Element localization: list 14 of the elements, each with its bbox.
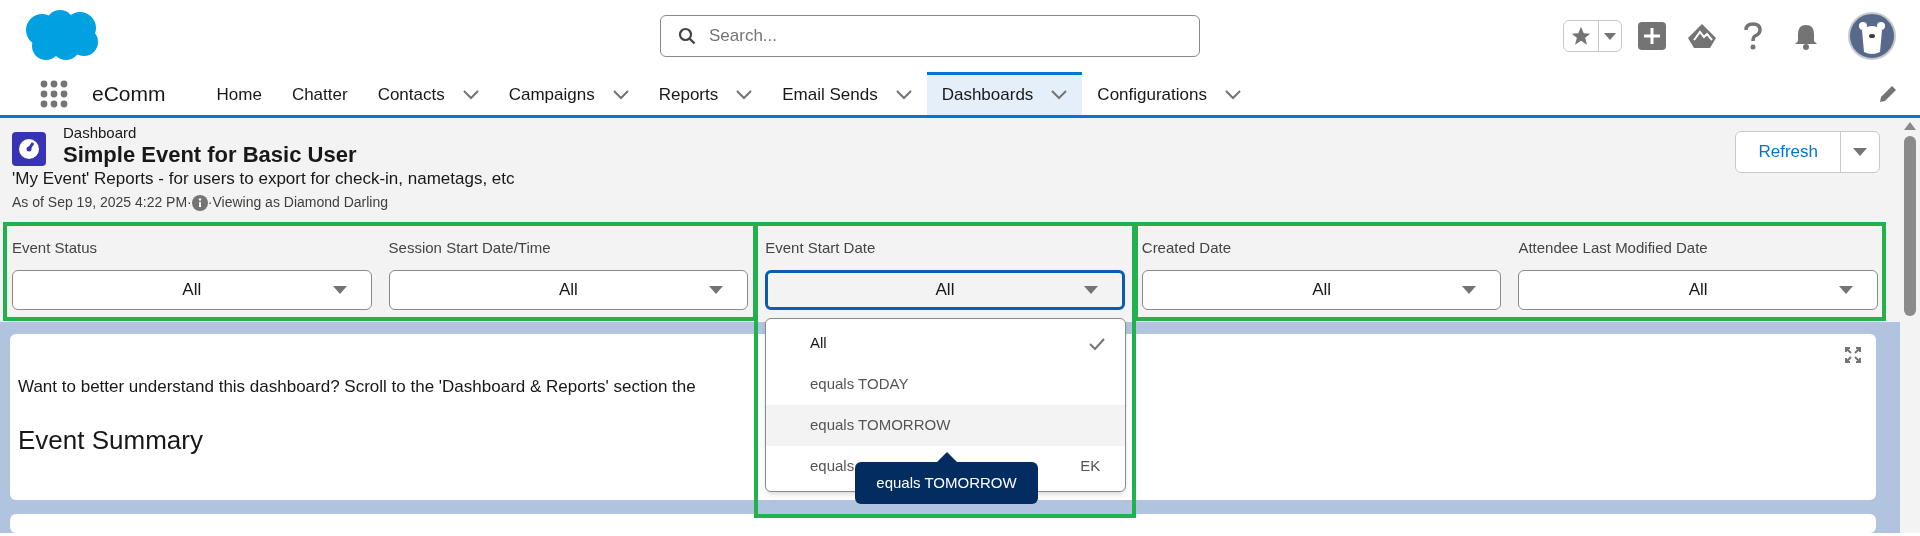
filter-label: Event Start Date <box>765 238 877 258</box>
card-heading: Event Summary <box>18 424 203 457</box>
filter-label: Session Start Date/Time <box>388 238 552 258</box>
dashboard-description: 'My Event' Reports - for users to export for check-in, nametags, etc <box>12 168 516 190</box>
timestamp-text: As of Sep 19, 2025 4:22 PM· <box>12 193 192 212</box>
dashboard-title: Simple Event for Basic User <box>63 142 357 168</box>
app-name: eComm <box>92 80 166 107</box>
viewing-as-text: ·Viewing as Diamond Darling <box>207 193 389 212</box>
tooltip: equals TOMORROW <box>855 452 1038 504</box>
filter-label: Event Status <box>12 238 99 258</box>
card-intro-text: Want to better understand this dashboard? Scroll to the 'Dashboard & Reports' section the <box>18 375 696 398</box>
filter-label: Attendee Last Modified Date <box>1518 238 1709 258</box>
filter-label: Created Date <box>1141 238 1232 258</box>
dashboard-type-label: Dashboard <box>63 124 138 142</box>
